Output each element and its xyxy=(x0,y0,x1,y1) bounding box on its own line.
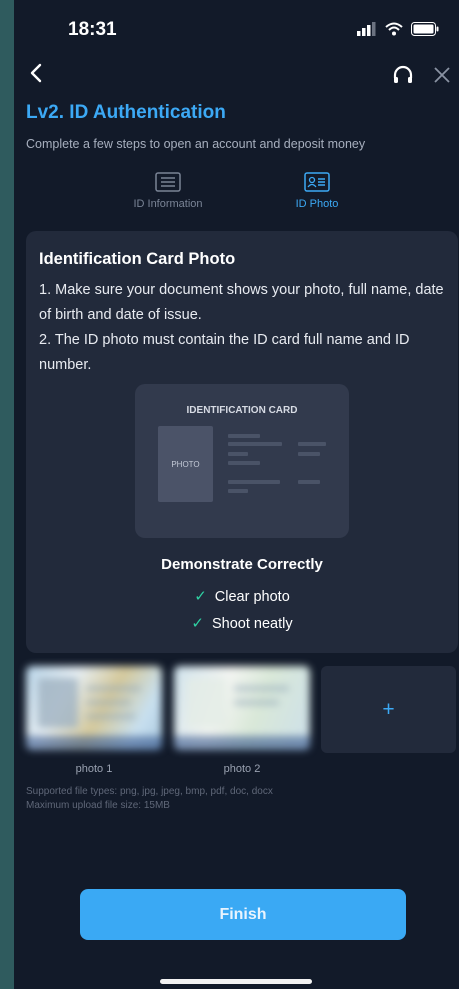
id-card-icon xyxy=(304,172,330,192)
supported-file-types: Supported file types: png, jpg, jpeg, bm… xyxy=(26,786,273,797)
back-button[interactable] xyxy=(26,62,52,88)
photo-1-label: photo 1 xyxy=(75,763,113,775)
home-indicator xyxy=(160,979,312,984)
status-bar: 18:31 xyxy=(14,0,459,56)
card-title: Identification Card Photo xyxy=(39,250,236,268)
close-button[interactable] xyxy=(431,64,453,91)
instruction-1: 1. Make sure your document shows your ph… xyxy=(39,282,444,323)
status-icons xyxy=(357,22,439,36)
check-label: Shoot neatly xyxy=(211,616,293,632)
uploaded-photo-1[interactable] xyxy=(26,666,162,750)
status-time: 18:31 xyxy=(68,19,117,40)
page-title: Lv2. ID Authentication xyxy=(26,102,226,123)
check-item: ✓ Clear photo xyxy=(26,587,458,605)
add-photo-button[interactable]: + xyxy=(321,666,456,753)
finish-button[interactable]: Finish xyxy=(80,889,406,940)
document-list-icon xyxy=(155,172,181,192)
instruction-2: 2. The ID photo must contain the ID card… xyxy=(39,332,410,373)
uploaded-photo-2[interactable] xyxy=(174,666,310,750)
tab-id-photo[interactable]: ID Photo xyxy=(257,172,377,210)
upload-requirements: Supported file types: png, jpg, jpeg, bm… xyxy=(26,785,273,813)
max-upload-size: Maximum upload file size: 15MB xyxy=(26,800,170,811)
phone-screen: 18:31 Lv2. ID Authentication Complete a … xyxy=(14,0,459,989)
page-subtitle: Complete a few steps to open an account … xyxy=(26,137,366,151)
sample-card-label: IDENTIFICATION CARD xyxy=(186,405,298,416)
wifi-icon xyxy=(385,22,403,36)
photo-2-label: photo 2 xyxy=(223,763,261,775)
tab-id-photo-label: ID Photo xyxy=(295,198,339,210)
check-label: Clear photo xyxy=(214,589,290,605)
sample-photo-placeholder: PHOTO xyxy=(158,426,213,502)
headset-icon xyxy=(393,65,413,83)
chevron-left-icon xyxy=(30,63,42,83)
instruction-card: Identification Card Photo 1. Make sure y… xyxy=(26,231,458,653)
nav-bar xyxy=(14,60,459,94)
tab-id-information-label: ID Information xyxy=(133,198,203,210)
support-button[interactable] xyxy=(391,64,415,93)
check-icon: ✓ xyxy=(191,615,204,632)
check-item: ✓ Shoot neatly xyxy=(26,614,458,632)
check-icon: ✓ xyxy=(194,588,207,605)
battery-icon xyxy=(411,22,439,36)
cellular-signal-icon xyxy=(357,22,376,36)
tab-id-information[interactable]: ID Information xyxy=(108,172,228,210)
card-instructions: 1. Make sure your document shows your ph… xyxy=(39,278,449,378)
sample-id-card: IDENTIFICATION CARD PHOTO xyxy=(135,384,349,538)
demonstrate-title: Demonstrate Correctly xyxy=(161,556,323,573)
close-icon xyxy=(434,67,450,83)
